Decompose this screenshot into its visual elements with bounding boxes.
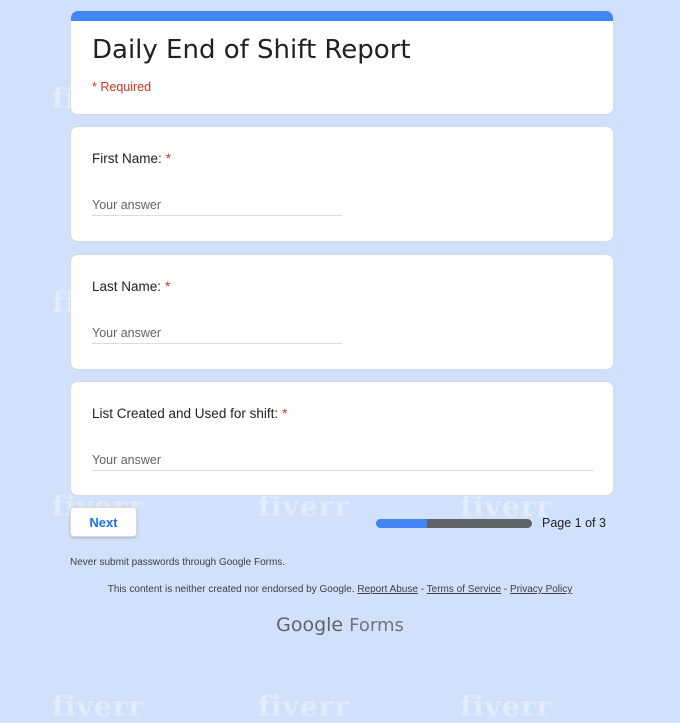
header-accent-bar <box>71 11 613 21</box>
progress-bar-fill <box>376 519 428 528</box>
password-warning: Never submit passwords through Google Fo… <box>70 557 286 568</box>
terms-of-service-link[interactable]: Terms of Service <box>427 584 501 595</box>
separator: - <box>417 584 427 595</box>
watermark: fiverr <box>258 690 351 723</box>
form-title: Daily End of Shift Report <box>92 35 411 65</box>
list-created-input[interactable] <box>92 450 594 471</box>
question-text: First Name: <box>92 151 162 166</box>
question-card-first-name: First Name: * <box>70 126 614 242</box>
google-forms-logo[interactable]: Google Forms <box>0 614 680 636</box>
required-asterisk: * <box>165 279 171 294</box>
progress-bar <box>376 519 532 528</box>
brand-forms: Forms <box>349 615 404 636</box>
question-card-list-created: List Created and Used for shift: * <box>70 381 614 496</box>
question-card-last-name: Last Name: * <box>70 254 614 370</box>
report-abuse-link[interactable]: Report Abuse <box>357 584 418 595</box>
last-name-input[interactable] <box>92 323 342 344</box>
required-asterisk: * <box>282 406 288 421</box>
separator: - <box>501 584 511 595</box>
question-label: Last Name: * <box>92 279 170 294</box>
watermark: fiverr <box>52 690 145 723</box>
page-indicator: Page 1 of 3 <box>542 516 606 530</box>
brand-google: Google <box>276 614 344 636</box>
form-header-card: Daily End of Shift Report * Required <box>70 10 614 115</box>
watermark: fiverr <box>460 690 553 723</box>
disclaimer-text: This content is neither created nor endo… <box>107 584 355 595</box>
question-label: List Created and Used for shift: * <box>92 406 287 421</box>
question-text: Last Name: <box>92 279 162 294</box>
first-name-input[interactable] <box>92 195 342 216</box>
required-asterisk: * <box>165 151 172 166</box>
question-label: First Name: * <box>92 151 171 166</box>
required-note: * Required <box>92 80 152 94</box>
privacy-policy-link[interactable]: Privacy Policy <box>510 584 572 595</box>
disclaimer: This content is neither created nor endo… <box>0 584 680 595</box>
next-button[interactable]: Next <box>70 507 137 537</box>
question-text: List Created and Used for shift: <box>92 406 279 421</box>
